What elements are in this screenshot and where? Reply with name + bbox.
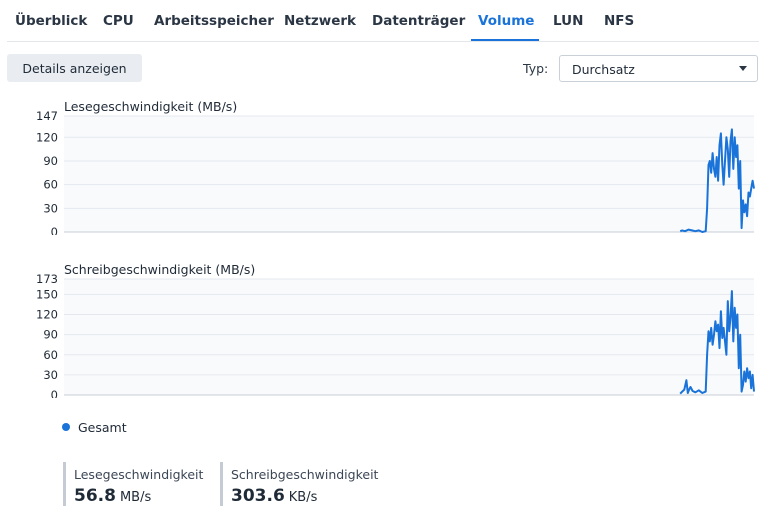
tab-storage[interactable]: Datenträger — [372, 13, 465, 29]
tab-overview[interactable]: Überblick — [15, 13, 87, 29]
write-plot-area — [64, 279, 754, 395]
stat-write-unit: KB/s — [288, 490, 318, 505]
tab-memory[interactable]: Arbeitsspeicher — [154, 13, 274, 29]
chevron-down-icon — [739, 66, 747, 71]
read-y-tick-label: 90 — [43, 154, 58, 168]
stat-read-unit: MB/s — [119, 490, 152, 505]
read-speed-chart: 0 30 60 90 120 147 — [36, 109, 755, 235]
type-label: Typ: — [523, 61, 549, 76]
write-y-tick-label: 60 — [43, 348, 58, 362]
tab-cpu[interactable]: CPU — [103, 13, 134, 29]
tab-nfs[interactable]: NFS — [604, 13, 634, 29]
tab-volume[interactable]: Volume — [478, 13, 534, 29]
stat-read-label: Lesegeschwindigkeit — [74, 467, 204, 482]
read-y-tick-label: 120 — [36, 130, 58, 144]
tab-bar: Überblick CPU Arbeitsspeicher Netzwerk D… — [7, 0, 759, 42]
stat-write-value: 303.6 — [231, 486, 285, 506]
write-y-tick-label: 120 — [36, 308, 58, 322]
write-y-tick-label: 150 — [36, 287, 58, 301]
read-y-tick-label: 30 — [43, 201, 58, 215]
tab-network[interactable]: Netzwerk — [284, 13, 356, 29]
read-y-tick-label: 60 — [43, 178, 58, 192]
read-plot-area — [64, 116, 754, 232]
write-y-tick-label: 173 — [36, 272, 58, 286]
write-y-tick-label: 30 — [43, 368, 58, 382]
write-speed-chart: 0 30 60 90 120 150173 — [36, 272, 755, 398]
legend-dot-total — [62, 423, 70, 431]
tab-lun[interactable]: LUN — [553, 13, 583, 29]
write-y-tick-label: 90 — [43, 328, 58, 342]
stat-write-value-row: 303.6 KB/s — [231, 486, 378, 506]
type-select-value: Durchsatz — [572, 62, 635, 77]
stat-write-label: Schreibgeschwindigkeit — [231, 467, 379, 482]
stat-read-value: 56.8 — [74, 486, 116, 506]
details-button[interactable]: Details anzeigen — [7, 54, 142, 82]
write-y-tick-label: 0 — [51, 388, 58, 398]
legend-label-total: Gesamt — [78, 420, 127, 435]
read-y-tick-label: 0 — [51, 225, 58, 235]
stat-read-speed: Lesegeschwindigkeit 56.8 MB/s — [63, 462, 203, 506]
stat-read-value-row: 56.8 MB/s — [74, 486, 203, 506]
active-tab-indicator — [471, 39, 539, 41]
type-select[interactable]: Durchsatz — [559, 55, 758, 82]
read-y-tick-label: 147 — [36, 109, 58, 123]
stat-write-speed: Schreibgeschwindigkeit 303.6 KB/s — [220, 462, 378, 506]
